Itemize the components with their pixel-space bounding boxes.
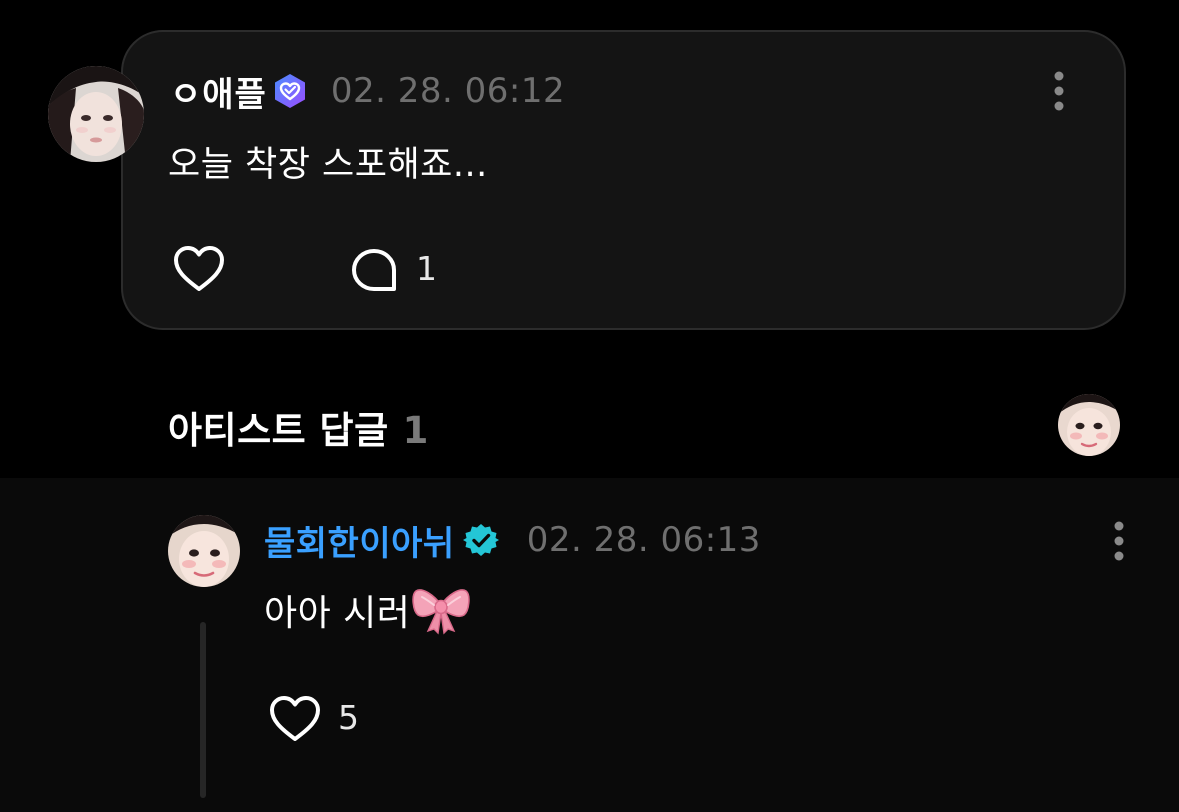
reply-body: 아아 시러 bbox=[264, 584, 471, 636]
post-like-button[interactable] bbox=[172, 244, 226, 294]
thread-line bbox=[200, 622, 206, 798]
artist-replies-count: 1 bbox=[402, 409, 429, 452]
vertical-dots-icon bbox=[1114, 521, 1124, 561]
post-author-avatar[interactable] bbox=[48, 66, 144, 162]
reply-more-button[interactable] bbox=[1107, 519, 1131, 563]
post-comment-count: 1 bbox=[416, 249, 437, 288]
reply-author-name[interactable]: 물회한이아뉘 bbox=[264, 516, 455, 565]
post-header: ㅇ애플 02. 28. 06:12 bbox=[170, 67, 566, 116]
post-timestamp: 02. 28. 06:12 bbox=[330, 71, 566, 111]
post-more-button[interactable] bbox=[1047, 69, 1071, 113]
reply-header: 물회한이아뉘 02. 28. 06:13 bbox=[264, 516, 761, 565]
heart-outline-icon bbox=[174, 246, 224, 291]
verified-check-badge-icon bbox=[462, 522, 499, 558]
reply-timestamp: 02. 28. 06:13 bbox=[526, 520, 761, 560]
reply-like-button[interactable] bbox=[268, 694, 322, 744]
vertical-dots-icon bbox=[1054, 71, 1064, 111]
artist-avatar-small[interactable] bbox=[1058, 394, 1120, 456]
reply-like-count: 5 bbox=[338, 698, 359, 737]
artist-replies-header: 아티스트 답글 1 bbox=[168, 400, 428, 454]
membership-heart-badge-icon bbox=[271, 72, 309, 110]
post-comment-button[interactable] bbox=[350, 247, 400, 293]
heart-outline-icon bbox=[270, 696, 320, 741]
reply-author-avatar[interactable] bbox=[168, 515, 240, 587]
speech-bubble-icon bbox=[352, 249, 396, 291]
reply-body-text: 아아 시러 bbox=[264, 593, 411, 634]
post-body-text: 오늘 착장 스포해죠... bbox=[168, 145, 488, 185]
artist-replies-title: 아티스트 답글 bbox=[168, 409, 389, 452]
post-author-name[interactable]: ㅇ애플 bbox=[170, 67, 267, 116]
ribbon-bow-emoji bbox=[412, 585, 471, 635]
